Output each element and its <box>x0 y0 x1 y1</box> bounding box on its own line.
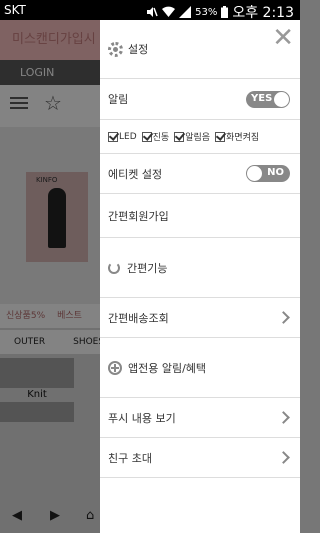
delivery-row[interactable]: 간편배송조회 <box>100 298 300 338</box>
close-icon[interactable]: ✕ <box>272 25 294 51</box>
alarm-toggle[interactable]: YES <box>246 90 290 108</box>
clock: 오후 2:13 <box>232 5 294 21</box>
mute-icon <box>147 7 158 17</box>
screen-on-checkbox[interactable]: 화면켜짐 <box>215 130 259 143</box>
battery-percent: 53% <box>195 6 218 18</box>
etiquette-toggle[interactable]: NO <box>246 165 290 182</box>
toggle-knob <box>247 166 262 181</box>
invite-row[interactable]: 친구 초대 <box>100 438 300 478</box>
etiquette-row: 에티켓 설정 NO <box>100 154 300 194</box>
chevron-right-icon <box>277 411 290 424</box>
checkbox-icon <box>174 131 185 142</box>
battery-icon <box>221 6 229 18</box>
chevron-right-icon <box>277 451 290 464</box>
simple-join-row[interactable]: 간편회원가입 <box>100 194 300 238</box>
invite-label: 친구 초대 <box>108 451 152 465</box>
push-view-label: 푸시 내용 보기 <box>108 411 176 425</box>
app-alarm-label: 앱전용 알림/혜택 <box>128 361 207 375</box>
plus-circle-icon <box>108 360 122 375</box>
etiquette-label: 에티켓 설정 <box>108 167 163 181</box>
drawer-header: 설정 <box>100 20 300 78</box>
led-label: LED <box>119 131 137 142</box>
led-checkbox[interactable]: LED <box>108 131 137 142</box>
carrier-label: SKT <box>4 3 26 17</box>
checkbox-icon <box>141 131 152 142</box>
alarm-label: 알림 <box>108 93 129 106</box>
screen-on-label: 화면켜짐 <box>226 133 260 143</box>
etiquette-toggle-text: NO <box>267 167 284 178</box>
alarm-toggle-text: YES <box>251 92 273 104</box>
app-alarm-row[interactable]: 앱전용 알림/혜택 <box>100 338 300 398</box>
signal-icon <box>179 6 192 18</box>
delivery-label: 간편배송조회 <box>108 311 169 325</box>
status-bar: SKT 53% 오후 2:13 <box>0 0 300 21</box>
alarm-row: 알림 YES <box>100 78 300 120</box>
push-view-row[interactable]: 푸시 내용 보기 <box>100 398 300 438</box>
sound-checkbox[interactable]: 알림음 <box>174 130 210 143</box>
chevron-right-icon <box>277 311 290 324</box>
simple-func-label: 간편기능 <box>127 261 168 275</box>
simple-join-label: 간편회원가입 <box>108 209 169 223</box>
refresh-icon <box>108 261 120 274</box>
settings-drawer: 설정 ✕ 알림 YES LED 진동 알림음 화면켜짐 에티켓 설정 NO 간편… <box>100 20 300 533</box>
vibrate-label: 진동 <box>152 133 170 143</box>
vibrate-checkbox[interactable]: 진동 <box>141 130 170 143</box>
gear-icon <box>108 41 123 57</box>
checkbox-icon <box>215 131 226 142</box>
sound-label: 알림음 <box>185 133 211 143</box>
checkbox-icon <box>108 131 118 142</box>
toggle-knob <box>274 91 289 107</box>
wifi-icon <box>162 6 176 17</box>
simple-func-row[interactable]: 간편기능 <box>100 238 300 298</box>
alarm-options-row: LED 진동 알림음 화면켜짐 <box>100 120 300 154</box>
